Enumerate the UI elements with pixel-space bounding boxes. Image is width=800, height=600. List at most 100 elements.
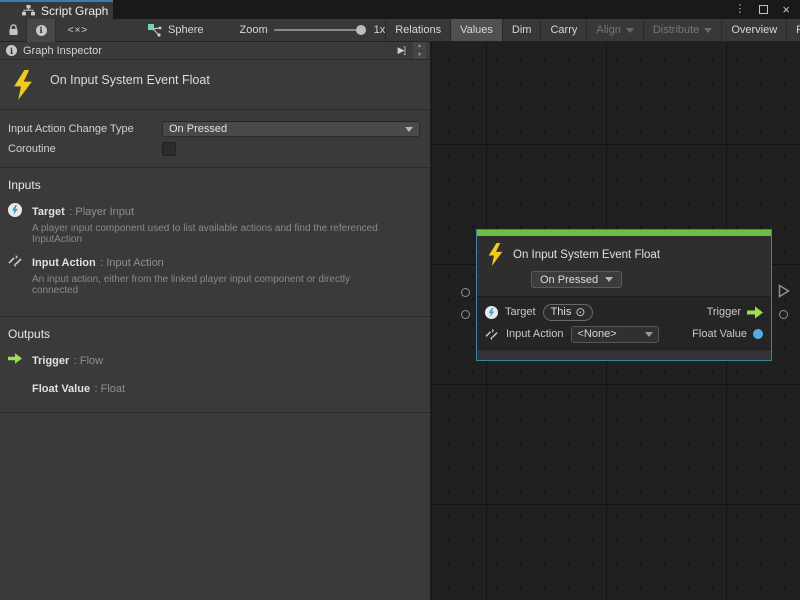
values-button[interactable]: Values <box>450 19 502 41</box>
port-label: Float Value <box>692 328 747 340</box>
object-picker-icon[interactable]: ⊙ <box>575 306 585 318</box>
port-name: Target <box>32 206 65 218</box>
overview-button[interactable]: Overview <box>721 19 786 41</box>
graph-inspector-panel: i Graph Inspector ▶] ▲ ▼ On Input System… <box>0 42 430 600</box>
zoom-slider[interactable] <box>274 29 362 31</box>
inspector-toggle-button[interactable]: i <box>26 19 56 42</box>
graph-reference-label: Sphere <box>168 24 203 36</box>
port-type: : Player Input <box>69 206 134 218</box>
event-bolt-icon <box>12 70 34 100</box>
inputs-section: Inputs Target : Player Input A player in… <box>0 168 430 317</box>
port-type: : Flow <box>74 355 103 367</box>
port-type: : Float <box>95 383 126 395</box>
change-type-row: Input Action Change Type On Pressed <box>8 119 420 139</box>
dropdown-arrow-icon <box>645 332 653 337</box>
graph-canvas[interactable]: On Input System Event Float On Pressed <box>430 42 800 600</box>
info-icon: i <box>36 25 47 36</box>
lock-icon <box>8 24 19 36</box>
node-row-target-trigger: Target This ⊙ Trigger <box>477 301 771 323</box>
port-description: An input action, either from the linked … <box>32 274 392 296</box>
port-label: Trigger <box>707 306 741 318</box>
node-ports: Target This ⊙ Trigger <box>477 297 771 349</box>
relations-button[interactable]: Relations <box>385 19 450 41</box>
inputs-header: Inputs <box>8 178 420 192</box>
info-icon: i <box>6 45 17 56</box>
inspector-scroll-buttons: ▲ ▼ <box>413 42 426 59</box>
tab-title: Script Graph <box>41 4 108 18</box>
change-type-label: Input Action Change Type <box>8 123 162 135</box>
unit-settings: Input Action Change Type On Pressed Coro… <box>0 110 430 168</box>
window-tab-bar: Script Graph ⋮ × <box>0 0 800 19</box>
full-screen-button[interactable]: Full Screen <box>786 19 800 41</box>
node-footer <box>477 349 771 360</box>
zoom-control: Zoom 1x <box>239 24 385 36</box>
list-item: Target : Player Input A player input com… <box>8 202 420 245</box>
maximize-icon[interactable] <box>759 5 768 14</box>
toolbar-left-group: i <×> Sphere Zoom 1x <box>0 19 385 41</box>
node-title: On Input System Event Float <box>513 249 660 261</box>
input-action-select[interactable]: <None> <box>571 326 659 343</box>
player-input-icon <box>485 306 498 319</box>
carry-button[interactable]: Carry <box>540 19 586 41</box>
unity-script-graph-window: Script Graph ⋮ × i <×> <box>0 0 800 600</box>
event-bolt-icon <box>487 243 504 266</box>
toolbar-right-group: Relations Values Dim Carry Align Distrib… <box>385 19 800 41</box>
zoom-slider-handle[interactable] <box>356 25 366 35</box>
close-icon[interactable]: × <box>782 3 790 16</box>
dropdown-arrow-icon <box>405 127 413 132</box>
node-header[interactable]: On Input System Event Float On Pressed <box>477 236 771 297</box>
outputs-header: Outputs <box>8 327 420 341</box>
flow-arrow-icon[interactable] <box>747 306 763 319</box>
dock-panel-icon[interactable]: ▶] <box>398 45 405 56</box>
output-port-floatvalue[interactable] <box>779 310 788 319</box>
player-input-icon <box>8 203 22 217</box>
change-type-select[interactable]: On Pressed <box>162 121 420 137</box>
port-label: Input Action <box>506 328 564 340</box>
port-name: Float Value <box>32 383 90 395</box>
zoom-value: 1x <box>374 24 386 36</box>
coroutine-label: Coroutine <box>8 143 162 155</box>
align-button[interactable]: Align <box>586 19 642 41</box>
outputs-section: Outputs Trigger : Flow Float Value : Flo… <box>0 317 430 413</box>
dropdown-arrow-icon <box>605 277 613 282</box>
tab-script-graph[interactable]: Script Graph <box>0 0 113 19</box>
scroll-up-icon[interactable]: ▲ <box>413 42 426 50</box>
input-port-inputaction[interactable] <box>461 310 470 319</box>
flow-arrow-icon <box>8 352 22 365</box>
distribute-button[interactable]: Distribute <box>643 19 721 41</box>
event-node[interactable]: On Input System Event Float On Pressed <box>476 229 772 361</box>
node-row-inputaction-float: Input Action <None> Float Value <box>477 323 771 345</box>
window-controls: ⋮ × <box>734 0 800 19</box>
scroll-down-icon[interactable]: ▼ <box>413 51 426 59</box>
port-name: Trigger <box>32 355 69 367</box>
output-port-trigger[interactable] <box>778 284 790 298</box>
port-name: Input Action <box>32 257 96 269</box>
list-item: Input Action : Input Action An input act… <box>8 253 420 296</box>
input-action-icon <box>485 328 499 341</box>
input-port-target[interactable] <box>461 288 470 297</box>
coroutine-checkbox[interactable] <box>162 142 176 156</box>
inspector-title: Graph Inspector <box>23 45 392 57</box>
lock-button[interactable] <box>0 19 26 42</box>
port-type: : Input Action <box>100 257 164 269</box>
dropdown-arrow-icon <box>626 28 634 33</box>
zoom-label: Zoom <box>239 24 267 36</box>
input-action-icon <box>8 254 23 268</box>
window-menu-icon[interactable]: ⋮ <box>734 4 745 15</box>
port-label: Target <box>505 306 536 318</box>
dropdown-arrow-icon <box>704 28 712 33</box>
view-code-button[interactable]: <×> <box>56 19 100 42</box>
script-graph-asset-icon <box>148 24 162 37</box>
float-port-icon[interactable] <box>753 329 763 339</box>
dim-button[interactable]: Dim <box>502 19 541 41</box>
node-event-type-dropdown[interactable]: On Pressed <box>531 271 622 288</box>
graph-toolbar: i <×> Sphere Zoom 1x Relatio <box>0 19 800 42</box>
port-description: A player input component used to list av… <box>32 223 392 245</box>
graph-inspector-header: i Graph Inspector ▶] ▲ ▼ <box>0 42 430 60</box>
target-this-button[interactable]: This ⊙ <box>543 304 594 321</box>
unit-title: On Input System Event Float <box>50 70 210 87</box>
graph-reference[interactable]: Sphere <box>148 24 203 37</box>
list-item: Float Value : Float <box>8 379 420 398</box>
selected-unit-header: On Input System Event Float <box>0 60 430 110</box>
change-type-value: On Pressed <box>169 123 227 135</box>
